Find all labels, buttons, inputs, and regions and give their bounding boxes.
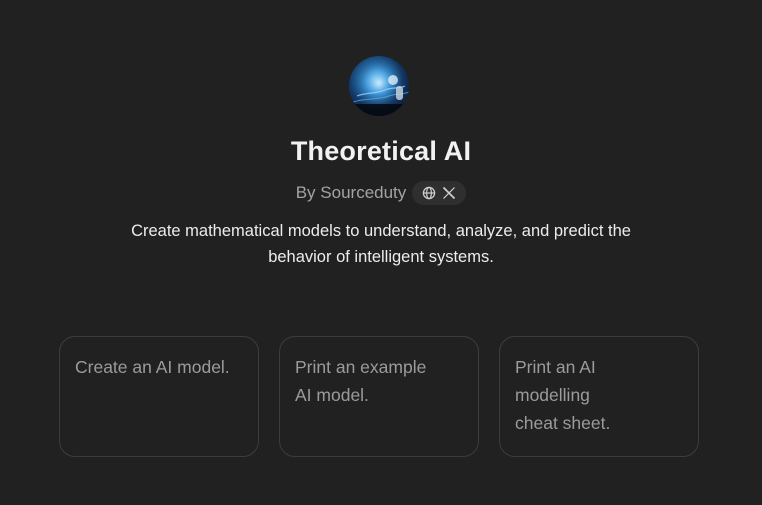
conversation-starter-card[interactable]: Print an AI modelling cheat sheet. — [499, 336, 699, 457]
gpt-intro-page: Theoretical AI By Sourceduty Create math… — [0, 0, 762, 505]
conversation-starter-text: Print an example AI model. — [295, 357, 427, 405]
conversation-starters: Create an AI model. Print an example AI … — [59, 336, 699, 457]
gpt-description: Create mathematical models to understand… — [131, 222, 631, 266]
conversation-starter-text: Create an AI model. — [75, 357, 230, 377]
conversation-starter-card[interactable]: Create an AI model. — [59, 336, 259, 457]
x-icon[interactable] — [441, 185, 457, 201]
social-links-pill — [412, 181, 467, 205]
globe-icon[interactable] — [421, 185, 437, 201]
gpt-title: Theoretical AI — [290, 136, 472, 166]
conversation-starter-text: Print an AI modelling cheat sheet. — [515, 357, 611, 433]
author-byline: By Sourceduty — [295, 183, 407, 202]
byline-row: By Sourceduty — [0, 181, 762, 205]
gpt-avatar — [349, 56, 409, 116]
conversation-starter-card[interactable]: Print an example AI model. — [279, 336, 479, 457]
